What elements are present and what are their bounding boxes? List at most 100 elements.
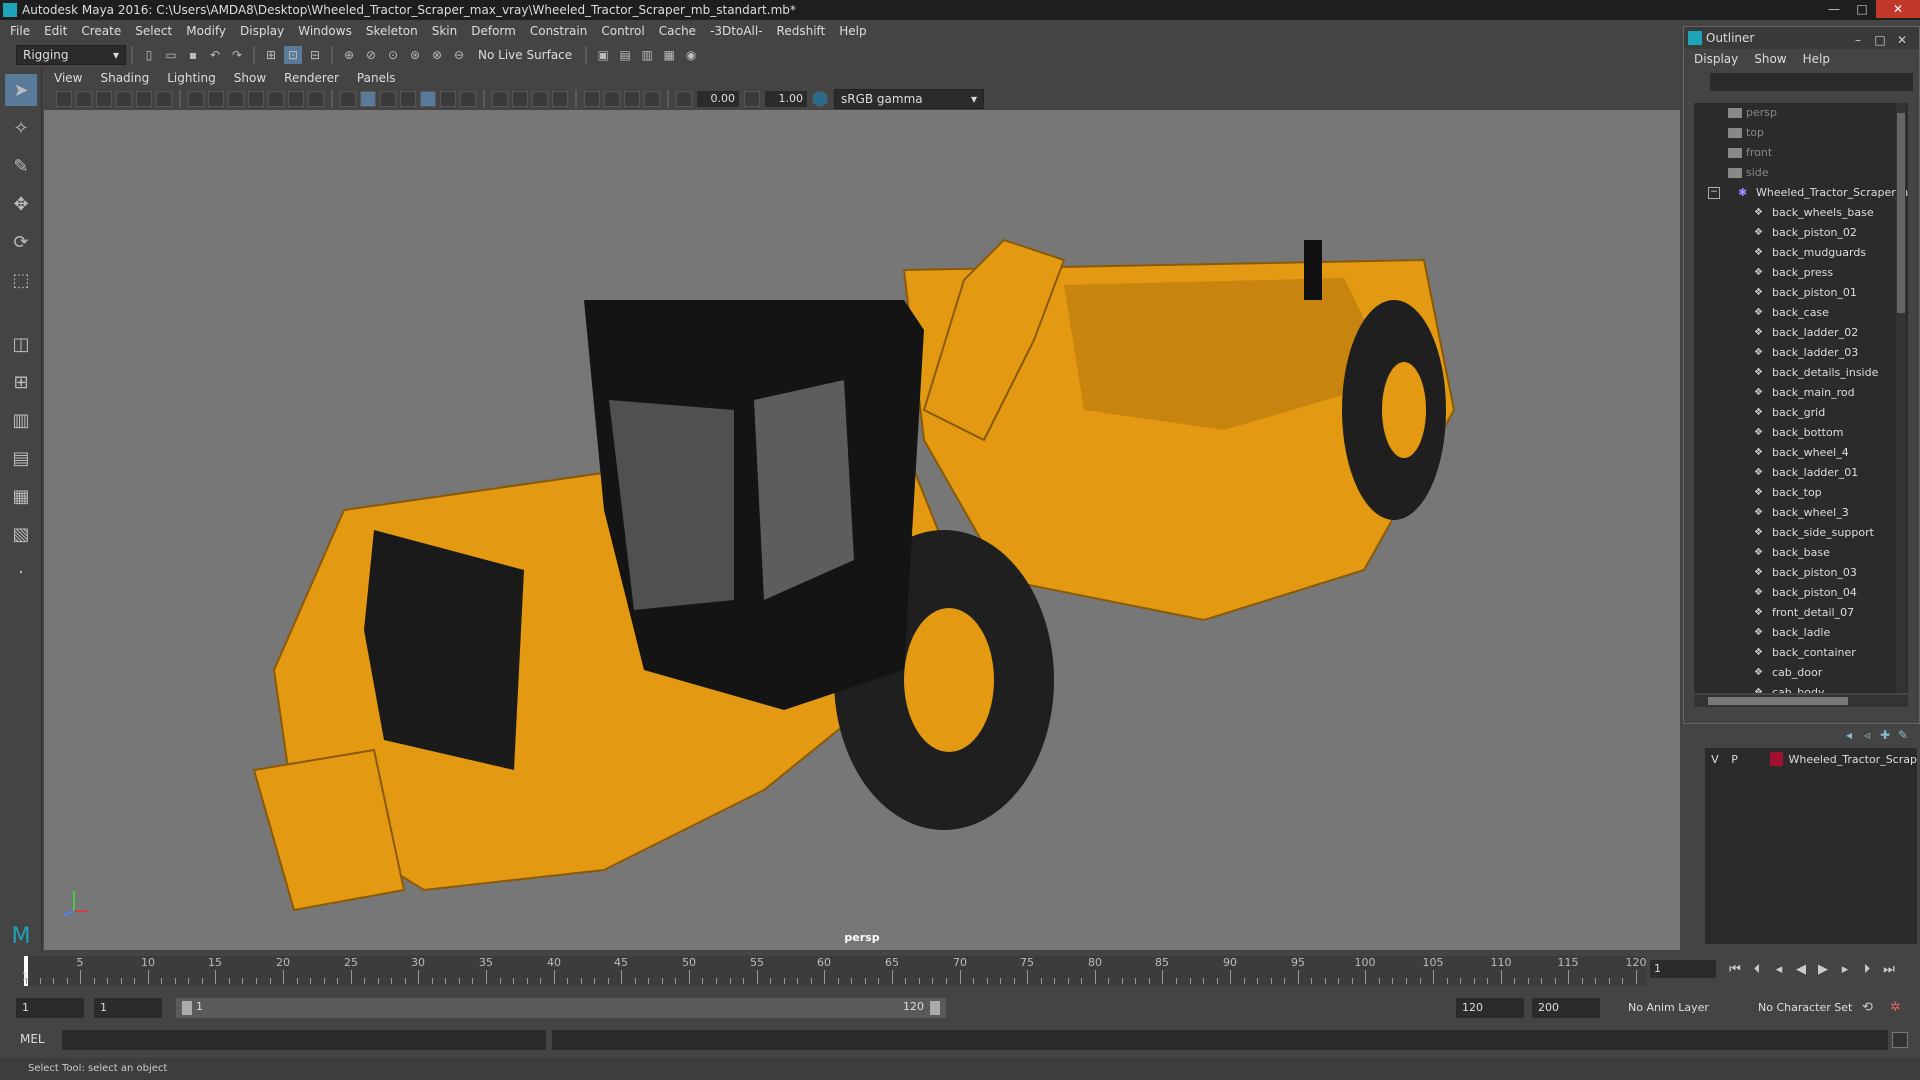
outliner-minimize-button[interactable]: – [1847, 29, 1869, 51]
image-plane-icon[interactable] [116, 91, 132, 107]
paint-select-icon[interactable]: ✎ [5, 150, 37, 182]
camera-attributes-icon[interactable] [76, 91, 92, 107]
outliner-item[interactable]: ❖ cab_body [1694, 683, 1908, 693]
menu-modify[interactable]: Modify [186, 24, 226, 38]
collapse-icon[interactable]: − [1708, 187, 1720, 199]
go-to-start-icon[interactable]: ⏮ [1724, 962, 1746, 977]
grease-pencil-icon[interactable] [156, 91, 172, 107]
snap-grid-icon[interactable]: ⊕ [340, 46, 358, 64]
menu-windows[interactable]: Windows [298, 24, 352, 38]
more-layouts-icon[interactable]: · [5, 556, 37, 588]
select-object-icon[interactable]: ⊡ [284, 46, 302, 64]
outliner-item[interactable]: ❖ back_press [1694, 263, 1908, 283]
menu-create[interactable]: Create [81, 24, 121, 38]
scale-tool-icon[interactable]: ⬚ [5, 264, 37, 296]
menu-skeleton[interactable]: Skeleton [366, 24, 418, 38]
outliner-item[interactable]: ❖ back_piston_02 [1694, 223, 1908, 243]
use-all-lights-icon[interactable] [440, 91, 456, 107]
outliner-item[interactable]: ❖ cab_door [1694, 663, 1908, 683]
gamma-field[interactable]: 1.00 [765, 91, 807, 107]
command-language-label[interactable]: MEL [20, 1032, 45, 1046]
layer-color-swatch[interactable] [1770, 752, 1783, 766]
outliner-search-input[interactable] [1710, 73, 1913, 91]
gate-mask-icon[interactable] [248, 91, 264, 107]
step-forward-frame-icon[interactable]: ⏵ [1856, 962, 1878, 977]
move-layer-up-icon[interactable]: ◂ [1840, 728, 1858, 742]
layer-name[interactable]: Wheeled_Tractor_Scrap [1789, 753, 1917, 766]
anim-layer-dropdown[interactable]: No Anim Layer [1622, 998, 1740, 1018]
time-slider[interactable]: 1 5 10 15 20 25 30 35 40 45 50 55 60 65 70 75 80 85 90 95 1… [0, 952, 1920, 988]
menu-set-dropdown[interactable]: Rigging ▾ [16, 45, 126, 65]
layer-visibility-toggle[interactable]: V [1705, 753, 1725, 766]
outliner-item[interactable]: ❖ back_top [1694, 483, 1908, 503]
persp-graph-layout-icon[interactable]: ▤ [5, 442, 37, 474]
default-material-icon[interactable] [380, 91, 396, 107]
panel-menu-lighting[interactable]: Lighting [167, 71, 216, 85]
render-view-icon[interactable]: ▦ [660, 46, 678, 64]
outliner-item[interactable]: ❖ back_side_support [1694, 523, 1908, 543]
menu-display[interactable]: Display [240, 24, 284, 38]
range-bar[interactable]: 1 120 [176, 998, 946, 1018]
safe-action-icon[interactable] [288, 91, 304, 107]
range-end-handle[interactable] [930, 1001, 940, 1015]
outliner-item[interactable]: ❖ back_ladle [1694, 623, 1908, 643]
auto-key-icon[interactable]: ⟲ [1862, 1000, 1873, 1015]
command-input[interactable] [62, 1030, 546, 1050]
new-layer-icon[interactable]: ✎ [1894, 728, 1912, 742]
undo-icon[interactable]: ↶ [206, 46, 224, 64]
isolate-select-icon[interactable] [584, 91, 600, 107]
lasso-tool-icon[interactable]: ✧ [5, 112, 37, 144]
outliner-item-front[interactable]: front [1694, 143, 1908, 163]
uv-layout-icon[interactable]: ▧ [5, 518, 37, 550]
maximize-button[interactable]: □ [1848, 0, 1876, 18]
minimize-button[interactable]: — [1820, 0, 1848, 18]
panel-menu-renderer[interactable]: Renderer [284, 71, 339, 85]
layer-playback-toggle[interactable]: P [1725, 753, 1745, 766]
step-forward-key-icon[interactable]: ▸ [1834, 962, 1856, 977]
shadows-icon[interactable] [460, 91, 476, 107]
outliner-item[interactable]: ❖ back_ladder_03 [1694, 343, 1908, 363]
outliner-item[interactable]: ❖ back_main_rod [1694, 383, 1908, 403]
menu-cache[interactable]: Cache [659, 24, 696, 38]
menu-file[interactable]: File [10, 24, 30, 38]
select-component-icon[interactable]: ⊟ [306, 46, 324, 64]
outliner-menu-show[interactable]: Show [1754, 52, 1786, 66]
snap-surface-icon[interactable]: ⊗ [428, 46, 446, 64]
outliner-item[interactable]: ❖ back_grid [1694, 403, 1908, 423]
2d-pan-zoom-icon[interactable] [136, 91, 152, 107]
snap-point-icon[interactable]: ⊙ [384, 46, 402, 64]
menu-help[interactable]: Help [839, 24, 866, 38]
outliner-menu-help[interactable]: Help [1803, 52, 1830, 66]
render-frame-icon[interactable]: ▤ [616, 46, 634, 64]
outliner-item[interactable]: ❖ back_base [1694, 543, 1908, 563]
color-management-icon[interactable] [812, 91, 828, 107]
go-to-end-icon[interactable]: ⏭ [1878, 962, 1900, 977]
select-hierarchy-icon[interactable]: ⊞ [262, 46, 280, 64]
scene-end-field[interactable]: 200 [1532, 998, 1600, 1018]
menu-edit[interactable]: Edit [44, 24, 67, 38]
playback-start-field[interactable]: 1 [94, 998, 162, 1018]
render-settings-icon[interactable]: ▣ [594, 46, 612, 64]
exposure-icon[interactable] [676, 91, 692, 107]
outliner-item[interactable]: ❖ back_details_inside [1694, 363, 1908, 383]
menu-deform[interactable]: Deform [471, 24, 516, 38]
outliner-menu-display[interactable]: Display [1694, 52, 1738, 66]
ipr-render-icon[interactable]: ▥ [638, 46, 656, 64]
move-layer-down-icon[interactable]: ◃ [1858, 728, 1876, 742]
snap-curve-icon[interactable]: ⊘ [362, 46, 380, 64]
ambient-occlusion-icon[interactable] [492, 91, 508, 107]
safe-title-icon[interactable] [308, 91, 324, 107]
depth-of-field-icon[interactable] [552, 91, 568, 107]
exposure-field[interactable]: 0.00 [697, 91, 739, 107]
single-perspective-layout-icon[interactable]: ◫ [5, 328, 37, 360]
xray-icon[interactable] [604, 91, 620, 107]
outliner-item[interactable]: ❖ back_wheel_3 [1694, 503, 1908, 523]
close-button[interactable]: ✕ [1876, 0, 1920, 18]
step-back-key-icon[interactable]: ◂ [1768, 962, 1790, 977]
panel-menu-shading[interactable]: Shading [100, 71, 149, 85]
character-set-dropdown[interactable]: No Character Set [1752, 998, 1870, 1018]
outliner-item[interactable]: ❖ back_piston_01 [1694, 283, 1908, 303]
outliner-close-button[interactable]: ✕ [1891, 29, 1913, 51]
grid-icon[interactable] [188, 91, 204, 107]
script-editor-icon[interactable] [1892, 1032, 1908, 1048]
